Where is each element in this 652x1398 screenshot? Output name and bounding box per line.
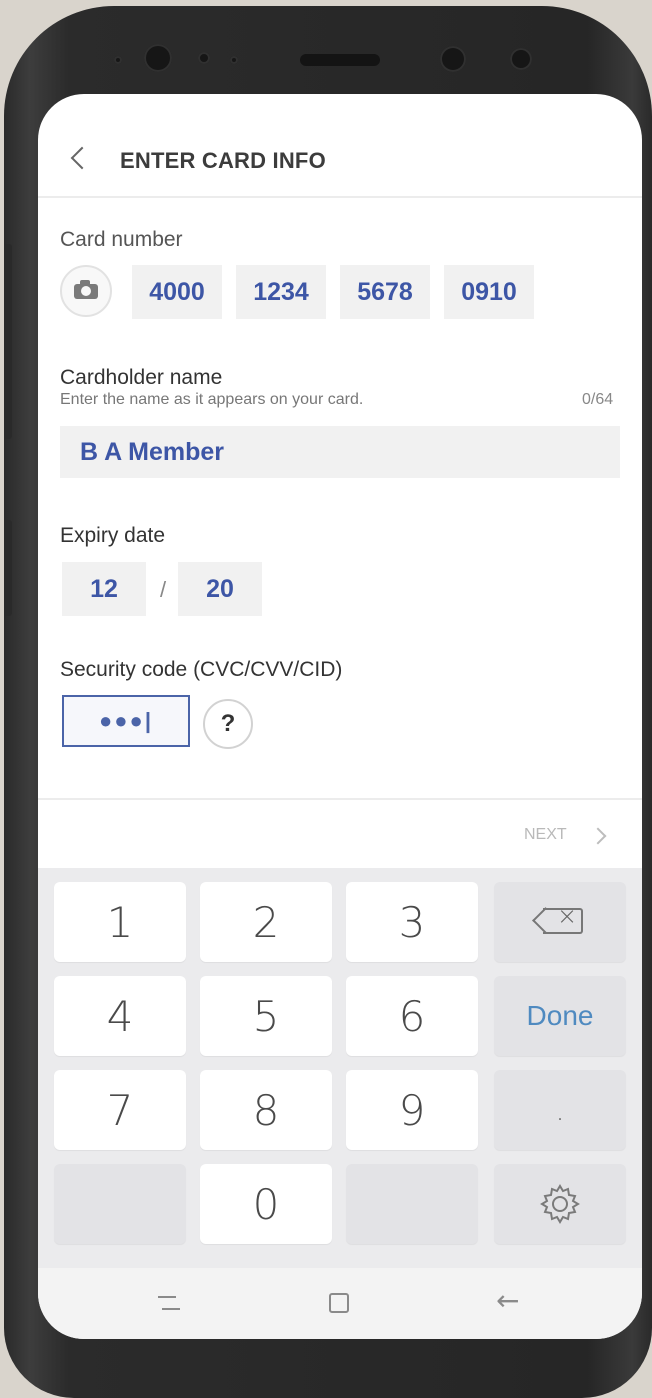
expiry-month-input[interactable]: 12 xyxy=(62,562,146,616)
security-code-help-button[interactable]: ? xyxy=(203,699,253,749)
cardholder-name-input[interactable]: B A Member xyxy=(60,426,620,478)
key-4[interactable]: 4 xyxy=(54,976,186,1056)
key-6[interactable]: 6 xyxy=(346,976,478,1056)
divider xyxy=(38,798,642,800)
title-bar: ENTER CARD INFO xyxy=(38,94,642,198)
numeric-keypad: 1 2 3 × 4 5 6 Done 7 8 9 . 0 xyxy=(38,868,642,1268)
done-key[interactable]: Done xyxy=(494,976,626,1056)
earpiece-speaker xyxy=(300,54,380,66)
expiry-year-input[interactable]: 20 xyxy=(178,562,262,616)
key-3[interactable]: 3 xyxy=(346,882,478,962)
expiry-label: Expiry date xyxy=(60,524,166,547)
key-9[interactable]: 9 xyxy=(346,1070,478,1150)
card-number-field-4[interactable]: 0910 xyxy=(444,265,534,319)
sensor-dot xyxy=(230,56,238,64)
screen: ENTER CARD INFO Card number 4000 1234 56… xyxy=(38,94,642,1339)
decimal-key[interactable]: . xyxy=(494,1070,626,1150)
expiry-separator: / xyxy=(160,577,167,602)
key-0[interactable]: 0 xyxy=(200,1164,332,1244)
key-8[interactable]: 8 xyxy=(200,1070,332,1150)
chevron-right-icon xyxy=(589,827,607,845)
iris-sensor xyxy=(440,46,466,72)
empty-key xyxy=(54,1164,186,1244)
settings-key[interactable] xyxy=(494,1164,626,1244)
bixby-button xyxy=(4,520,12,616)
scan-card-button[interactable] xyxy=(60,265,112,317)
card-number-field-1[interactable]: 4000 xyxy=(132,265,222,319)
backspace-icon: × xyxy=(532,902,585,936)
next-button[interactable]: NEXT xyxy=(524,826,567,844)
iris-sensor xyxy=(510,48,532,70)
security-code-input[interactable]: ●●●| xyxy=(62,695,190,747)
card-number-field-2[interactable]: 1234 xyxy=(236,265,326,319)
back-nav-icon[interactable]: ← xyxy=(496,1284,519,1317)
back-arrow-icon[interactable] xyxy=(70,146,86,174)
sensor-dot xyxy=(198,52,210,64)
security-code-label: Security code (CVC/CVV/CID) xyxy=(60,658,343,681)
key-2[interactable]: 2 xyxy=(200,882,332,962)
sensor-dot xyxy=(114,56,122,64)
card-number-label: Card number xyxy=(60,228,183,251)
navigation-bar: ← xyxy=(38,1268,642,1339)
cardholder-label: Cardholder name xyxy=(60,366,223,389)
recents-icon[interactable] xyxy=(158,1296,180,1312)
phone-frame: ENTER CARD INFO Card number 4000 1234 56… xyxy=(4,6,652,1398)
page-title: ENTER CARD INFO xyxy=(120,148,326,173)
home-icon[interactable] xyxy=(329,1293,349,1313)
character-counter: 0/64 xyxy=(582,391,614,408)
gear-icon xyxy=(540,1184,580,1224)
key-7[interactable]: 7 xyxy=(54,1070,186,1150)
camera-icon-lens xyxy=(81,286,91,296)
empty-key xyxy=(346,1164,478,1244)
key-1[interactable]: 1 xyxy=(54,882,186,962)
volume-button xyxy=(4,244,12,439)
backspace-key[interactable]: × xyxy=(494,882,626,962)
card-number-field-3[interactable]: 5678 xyxy=(340,265,430,319)
front-camera xyxy=(144,44,172,72)
key-5[interactable]: 5 xyxy=(200,976,332,1056)
cardholder-hint: Enter the name as it appears on your car… xyxy=(60,391,364,408)
